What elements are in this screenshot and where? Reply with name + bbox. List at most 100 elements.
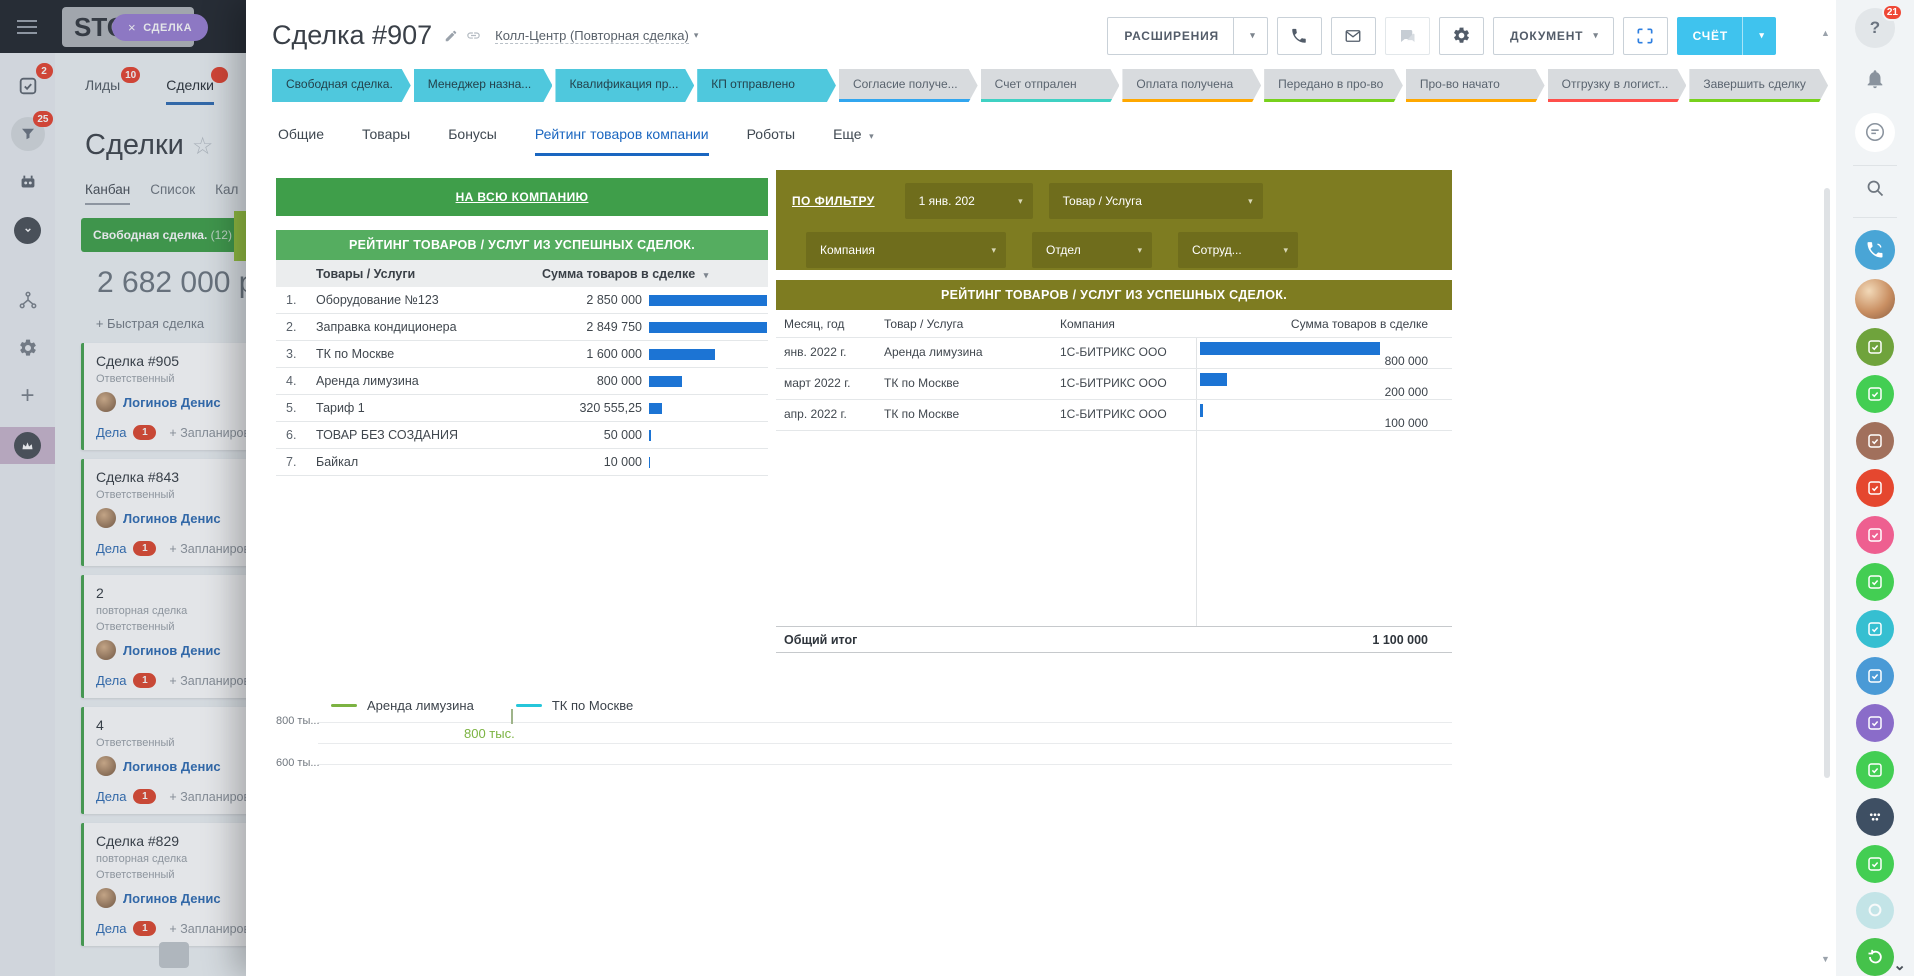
rail-divider: [1853, 165, 1897, 166]
messenger-icon[interactable]: [1855, 113, 1895, 153]
stage-label: Передано в про-во: [1278, 77, 1383, 91]
settings-button[interactable]: [1439, 17, 1484, 55]
product-sum: 2 850 000: [542, 293, 642, 307]
stage-8[interactable]: Передано в про-во: [1264, 69, 1403, 102]
scroll-up-icon[interactable]: ▲: [1821, 28, 1830, 38]
stage-2[interactable]: Менеджер назна...: [414, 69, 553, 102]
product-cell: ТК по Москве: [884, 369, 1060, 399]
app-checkbox-icon[interactable]: [1856, 516, 1894, 554]
col-sum-header: Сумма товаров в сделке: [1196, 317, 1452, 331]
stage-label: Свободная сделка.: [286, 77, 393, 91]
stage-11[interactable]: Завершить сделку: [1689, 69, 1828, 102]
col-sum-header[interactable]: Сумма товаров в сделке ▾: [542, 267, 768, 281]
pipeline-selector[interactable]: Колл-Центр (Повторная сделка): [495, 28, 689, 44]
scroll-down-icon[interactable]: ▼: [1821, 954, 1830, 964]
monthly-line-chart: Аренда лимузинаТК по Москве 800 ты... 60…: [276, 695, 1456, 768]
bar-cell: [642, 322, 768, 333]
legend-item[interactable]: Аренда лимузина: [331, 698, 474, 713]
stage-10[interactable]: Отгрузку в логист...: [1548, 69, 1687, 102]
email-button[interactable]: [1331, 17, 1376, 55]
rating-row[interactable]: 1.Оборудование №1232 850 000: [276, 287, 768, 314]
chat-button[interactable]: [1385, 17, 1430, 55]
app-dots-app-icon[interactable]: [1856, 798, 1894, 836]
app-checkbox-icon[interactable]: [1856, 328, 1894, 366]
filter-dropdown-3[interactable]: Компания▾: [806, 232, 1006, 268]
invoice-button[interactable]: СЧЁТ ▾: [1677, 17, 1776, 55]
copy-link-icon[interactable]: [466, 28, 481, 43]
deal-detail-slider: Сделка #907 Колл-Центр (Повторная сделка…: [246, 0, 1836, 976]
stage-4[interactable]: КП отправлено: [697, 69, 836, 102]
deal-tab-1[interactable]: Общие: [278, 126, 324, 156]
product-sum: 50 000: [542, 428, 642, 442]
filter-dropdown-5[interactable]: Сотруд...▾: [1178, 232, 1298, 268]
app-checkbox-icon[interactable]: [1856, 610, 1894, 648]
rating-row[interactable]: 5.Тариф 1320 555,25: [276, 395, 768, 422]
deal-tab-3[interactable]: Бонусы: [448, 126, 497, 156]
app-checkbox-icon[interactable]: [1856, 845, 1894, 883]
by-filter-link[interactable]: ПО ФИЛЬТРУ: [792, 194, 875, 208]
col-month-header: Месяц, год: [776, 317, 884, 331]
filtered-rating-row[interactable]: март 2022 г.ТК по Москве1С-БИТРИКС ООО20…: [776, 369, 1452, 400]
dropdown-caret-icon: ▾: [1018, 196, 1023, 207]
filtered-rating-row[interactable]: апр. 2022 г.ТК по Москве1С-БИТРИКС ООО10…: [776, 400, 1452, 431]
filtered-rating-row[interactable]: янв. 2022 г.Аренда лимузина1С-БИТРИКС ОО…: [776, 338, 1452, 369]
faded-app-icon[interactable]: [1856, 892, 1894, 930]
deal-tab-4[interactable]: Рейтинг товаров компании: [535, 126, 709, 156]
call-button[interactable]: [1277, 17, 1322, 55]
whole-company-button[interactable]: НА ВСЮ КОМПАНИЮ: [276, 178, 768, 216]
stage-3[interactable]: Квалификация пр...: [555, 69, 694, 102]
product-cell: Аренда лимузина: [884, 338, 1060, 368]
app-checkbox-icon[interactable]: [1856, 563, 1894, 601]
page-scroll-chevron-icon[interactable]: ⌄: [1893, 956, 1906, 974]
notifications-bell-icon[interactable]: [1864, 68, 1886, 95]
pipeline-caret-icon: ▾: [694, 30, 699, 41]
app-checkbox-icon[interactable]: [1856, 751, 1894, 789]
extensions-caret-icon[interactable]: ▾: [1233, 18, 1267, 54]
app-checkbox-icon[interactable]: [1856, 375, 1894, 413]
rating-row[interactable]: 7.Байкал10 000: [276, 449, 768, 476]
rating-row[interactable]: 3.ТК по Москве1 600 000: [276, 341, 768, 368]
deal-tab-5[interactable]: Роботы: [747, 126, 795, 156]
legend-label: Аренда лимузина: [367, 698, 474, 713]
grand-total-label: Общий итог: [776, 633, 1372, 647]
stage-7[interactable]: Оплата получена: [1122, 69, 1261, 102]
filter-dropdown-2[interactable]: Товар / Услуга▾: [1049, 183, 1263, 219]
history-back-icon[interactable]: [1856, 938, 1894, 976]
row-number: 5.: [276, 401, 306, 415]
extensions-button[interactable]: РАСШИРЕНИЯ ▾: [1107, 17, 1268, 55]
app-checkbox-icon[interactable]: [1856, 657, 1894, 695]
rating-row[interactable]: 4.Аренда лимузина800 000: [276, 368, 768, 395]
app-checkbox-icon[interactable]: [1856, 704, 1894, 742]
scrollbar-thumb[interactable]: [1824, 188, 1830, 778]
company-rating-column-headers: Товары / Услуги Сумма товаров в сделке ▾: [276, 260, 768, 287]
deal-tab-6[interactable]: Еще ▾: [833, 126, 874, 156]
stage-5[interactable]: Согласие получе...: [839, 69, 978, 102]
telephony-button[interactable]: [1855, 230, 1895, 270]
rating-row[interactable]: 6.ТОВАР БЕЗ СОЗДАНИЯ50 000: [276, 422, 768, 449]
data-point-tick: [511, 709, 513, 724]
legend-label: ТК по Москве: [552, 698, 633, 713]
edit-pencil-icon[interactable]: [444, 29, 458, 43]
report-area: НА ВСЮ КОМПАНИЮ РЕЙТИНГ ТОВАРОВ / УСЛУГ …: [276, 170, 1776, 768]
user-avatar[interactable]: [1855, 279, 1895, 319]
stage-9[interactable]: Про-во начато: [1406, 69, 1545, 102]
app-checkbox-icon[interactable]: [1856, 422, 1894, 460]
app-checkbox-icon[interactable]: [1856, 469, 1894, 507]
stage-1[interactable]: Свободная сделка.: [272, 69, 411, 102]
gridline: [318, 764, 1452, 765]
filter-dropdown-4[interactable]: Отдел▾: [1032, 232, 1152, 268]
invoice-caret-icon[interactable]: ▾: [1742, 17, 1776, 55]
filter-dropdown-1[interactable]: 1 янв. 202▾: [905, 183, 1033, 219]
rating-row[interactable]: 2.Заправка кондиционера2 849 750: [276, 314, 768, 341]
help-button[interactable]: ? 21: [1855, 8, 1895, 48]
deal-tab-2[interactable]: Товары: [362, 126, 410, 156]
fullscreen-button[interactable]: [1623, 17, 1668, 55]
document-button[interactable]: ДОКУМЕНТ ▾: [1493, 17, 1614, 55]
search-icon[interactable]: [1865, 178, 1886, 204]
legend-item[interactable]: ТК по Москве: [516, 698, 633, 713]
stage-6[interactable]: Счет отпрален: [981, 69, 1120, 102]
stage-label: Отгрузку в логист...: [1562, 77, 1669, 91]
value-bar: [1200, 342, 1380, 355]
filtered-rating-column-headers: Месяц, год Товар / Услуга Компания Сумма…: [776, 310, 1452, 338]
filtered-rating-body: янв. 2022 г.Аренда лимузина1С-БИТРИКС ОО…: [776, 338, 1452, 626]
